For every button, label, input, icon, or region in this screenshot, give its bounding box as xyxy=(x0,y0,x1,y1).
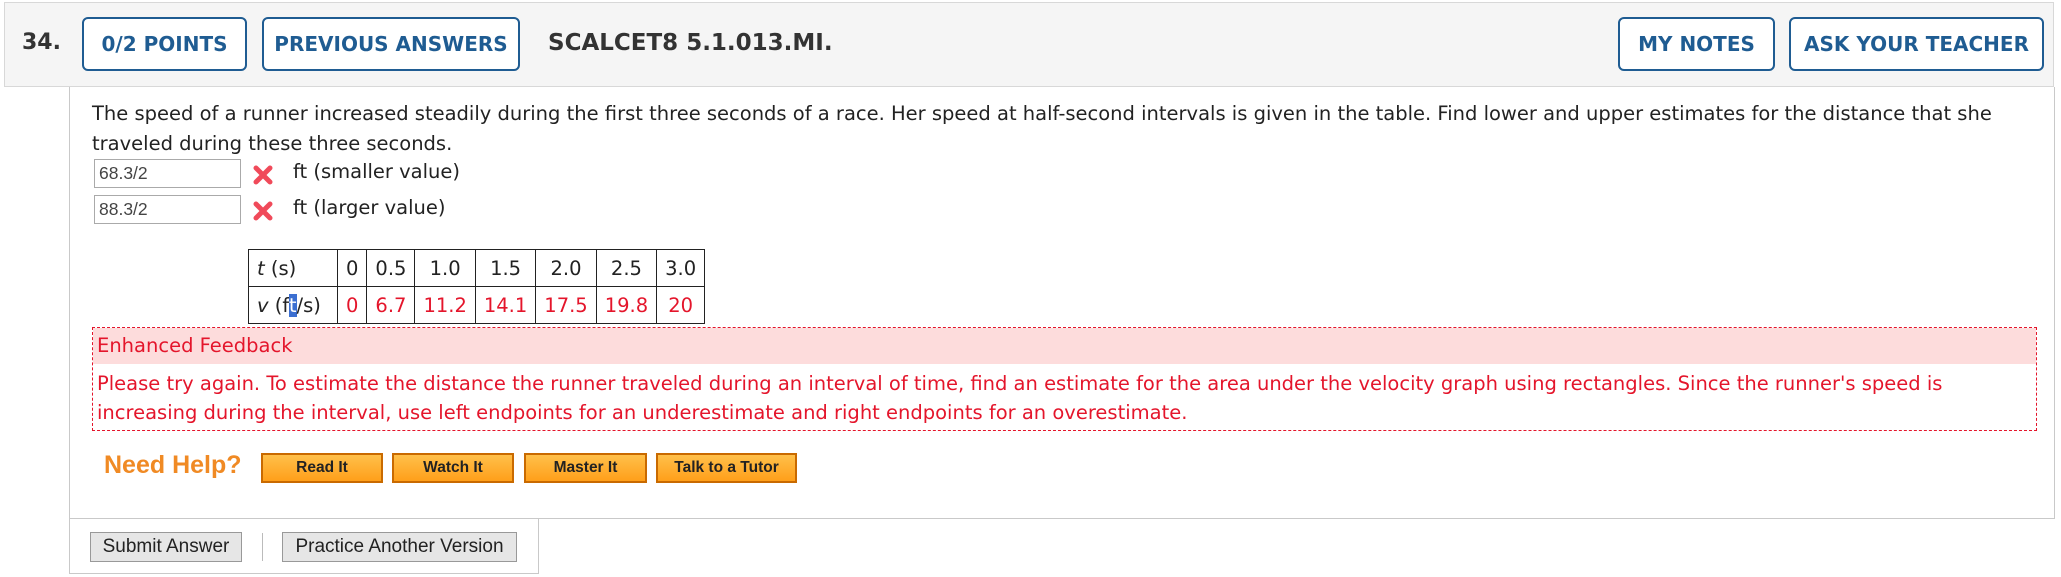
time-cell: 3.0 xyxy=(656,249,706,287)
question-code: SCALCET8 5.1.013.MI. xyxy=(548,30,833,56)
question-text: The speed of a runner increased steadily… xyxy=(92,102,1992,155)
velocity-cell: 11.2 xyxy=(414,286,476,324)
need-help-label: Need Help? xyxy=(104,451,242,479)
answer-row-smaller: ft (smaller value) xyxy=(94,158,460,189)
read-it-button[interactable]: Read It xyxy=(261,453,383,483)
enhanced-feedback-box: Enhanced Feedback Please try again. To e… xyxy=(92,327,2037,431)
velocity-cell: 14.1 xyxy=(474,286,537,324)
submit-answer-button[interactable]: Submit Answer xyxy=(90,532,242,562)
time-cell: 2.5 xyxy=(595,249,658,287)
velocity-cell: 20 xyxy=(656,286,706,324)
incorrect-x-icon xyxy=(253,165,273,185)
answer-row-larger: ft (larger value) xyxy=(94,194,445,225)
ask-your-teacher-button[interactable]: ASK YOUR TEACHER xyxy=(1789,17,2044,71)
velocity-cell: 6.7 xyxy=(366,286,416,324)
answer-input-smaller[interactable] xyxy=(94,159,241,188)
incorrect-x-icon xyxy=(253,201,273,221)
velocity-cell: 19.8 xyxy=(595,286,658,324)
time-cell: 1.5 xyxy=(474,249,537,287)
answer-input-larger[interactable] xyxy=(94,195,241,224)
question-number: 34. xyxy=(22,30,61,55)
time-cell: 2.0 xyxy=(535,249,597,287)
points-button[interactable]: 0/2 POINTS xyxy=(82,17,247,71)
master-it-button[interactable]: Master It xyxy=(524,453,647,483)
time-cell: 1.0 xyxy=(414,249,476,287)
time-cell: 0.5 xyxy=(366,249,416,287)
watch-it-button[interactable]: Watch It xyxy=(392,453,514,483)
footer-divider xyxy=(262,533,263,561)
time-header: t (s) xyxy=(248,249,338,287)
feedback-text: Please try again. To estimate the distan… xyxy=(97,372,1943,424)
practice-another-version-button[interactable]: Practice Another Version xyxy=(282,532,517,562)
time-cell: 0 xyxy=(336,249,368,287)
velocity-cell: 0 xyxy=(336,286,368,324)
talk-to-tutor-button[interactable]: Talk to a Tutor xyxy=(656,453,797,483)
answer-unit-smaller: ft (smaller value) xyxy=(293,160,460,183)
feedback-title: Enhanced Feedback xyxy=(93,328,2036,364)
previous-answers-button[interactable]: PREVIOUS ANSWERS xyxy=(262,17,520,71)
my-notes-button[interactable]: MY NOTES xyxy=(1618,17,1775,71)
velocity-row: v (ft/s) 0 6.7 11.2 14.1 17.5 19.8 20 xyxy=(248,286,706,324)
velocity-cell: 17.5 xyxy=(535,286,597,324)
answer-unit-larger: ft (larger value) xyxy=(293,196,446,219)
velocity-header: v (ft/s) xyxy=(248,286,338,324)
speed-table: t (s) 0 0.5 1.0 1.5 2.0 2.5 3.0 v (ft/s)… xyxy=(248,249,706,324)
time-row: t (s) 0 0.5 1.0 1.5 2.0 2.5 3.0 xyxy=(248,249,706,287)
